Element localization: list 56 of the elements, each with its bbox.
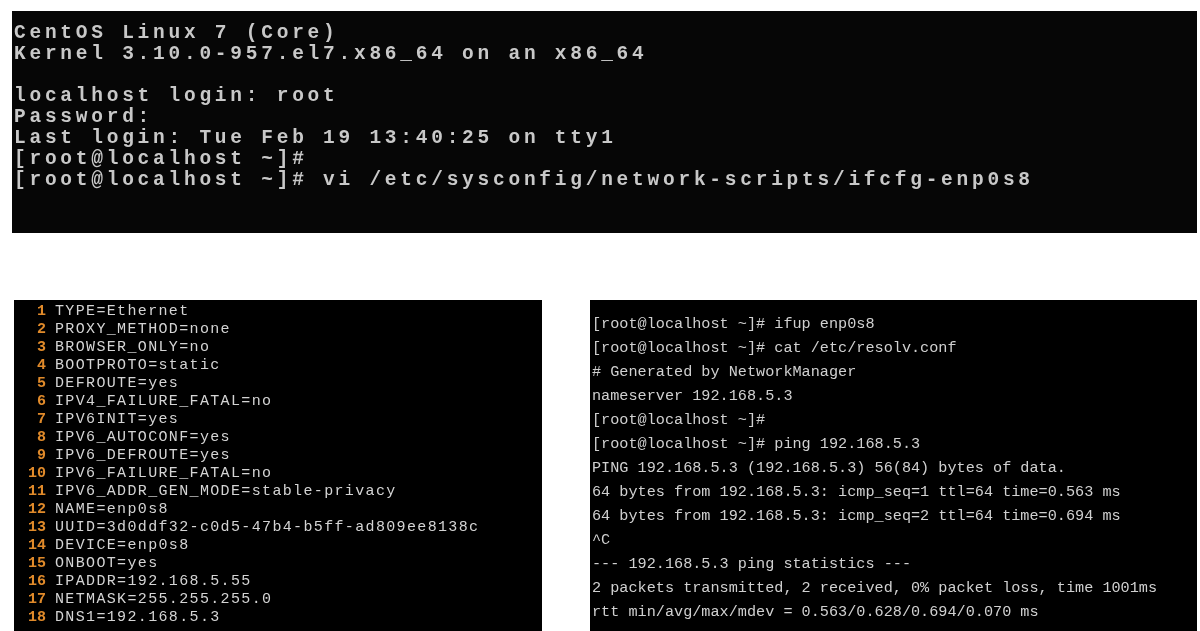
terminal-line: 64 bytes from 192.168.5.3: icmp_seq=1 ttl=64 time=0.563 ms xyxy=(592,482,1122,503)
config-line: BROWSER_ONLY=no xyxy=(55,338,211,356)
terminal-line: 64 bytes from 192.168.5.3: icmp_seq=2 ttl=64 time=0.694 ms xyxy=(592,506,1122,527)
line-number: 18 xyxy=(27,608,46,626)
config-line: UUID=3d0ddf32-c0d5-47b4-b5ff-ad809ee8138c xyxy=(55,518,480,536)
terminal-line: ^C xyxy=(592,530,612,551)
config-line: DEVICE=enp0s8 xyxy=(55,536,190,554)
config-line: NAME=enp0s8 xyxy=(55,500,169,518)
config-line: ONBOOT=yes xyxy=(55,554,159,572)
config-line: IPV6_FAILURE_FATAL=no xyxy=(55,464,273,482)
line-number: 16 xyxy=(27,572,46,590)
terminal-line: rtt min/avg/max/mdev = 0.563/0.628/0.694/0.070 ms xyxy=(592,602,1040,623)
config-line: PROXY_METHOD=none xyxy=(55,320,231,338)
config-line: DNS1=192.168.5.3 xyxy=(55,608,221,626)
line-number: 13 xyxy=(27,518,46,536)
terminal-line: 2 packets transmitted, 2 received, 0% packet loss, time 1001ms xyxy=(592,578,1159,599)
console-line: Kernel 3.10.0-957.el7.x86_64 on an x86_64 xyxy=(14,44,649,65)
line-number: 10 xyxy=(27,464,46,482)
line-number: 7 xyxy=(36,410,46,428)
console-line: CentOS Linux 7 (Core) xyxy=(14,23,340,44)
line-number: 2 xyxy=(36,320,46,338)
terminal-line: # Generated by NetworkManager xyxy=(592,362,858,383)
line-number: 15 xyxy=(27,554,46,572)
line-number: 3 xyxy=(36,338,46,356)
terminal-line: PING 192.168.5.3 (192.168.5.3) 56(84) bytes of data. xyxy=(592,458,1067,479)
terminal-line: [root@localhost ~]# cat /etc/resolv.conf xyxy=(592,338,958,359)
terminal-line: [root@localhost ~]# ping 192.168.5.3 xyxy=(592,434,922,455)
line-number: 1 xyxy=(36,302,46,320)
line-number: 9 xyxy=(36,446,46,464)
terminal-line: nameserver 192.168.5.3 xyxy=(592,386,794,407)
line-number: 8 xyxy=(36,428,46,446)
line-number: 5 xyxy=(36,374,46,392)
console-line: Password: xyxy=(14,107,155,128)
line-number: 14 xyxy=(27,536,46,554)
console-line: Last login: Tue Feb 19 13:40:25 on tty1 xyxy=(14,128,618,149)
console-line: [root@localhost ~]# xyxy=(14,149,309,170)
config-line: IPV4_FAILURE_FATAL=no xyxy=(55,392,273,410)
line-number: 17 xyxy=(27,590,46,608)
config-line: IPV6_ADDR_GEN_MODE=stable-privacy xyxy=(55,482,397,500)
config-line: BOOTPROTO=static xyxy=(55,356,221,374)
config-line: IPV6_AUTOCONF=yes xyxy=(55,428,231,446)
line-number: 6 xyxy=(36,392,46,410)
config-line: TYPE=Ethernet xyxy=(55,302,190,320)
console-line: localhost login: root xyxy=(14,86,340,107)
terminal-line: [root@localhost ~]# ifup enp0s8 xyxy=(592,314,876,335)
config-line: IPADDR=192.168.5.55 xyxy=(55,572,252,590)
config-line: NETMASK=255.255.255.0 xyxy=(55,590,273,608)
config-line: DEFROUTE=yes xyxy=(55,374,180,392)
console-line: [root@localhost ~]# vi /etc/sysconfig/network-scripts/ifcfg-enp0s8 xyxy=(14,170,1035,191)
line-number: 4 xyxy=(36,356,46,374)
terminal-line: [root@localhost ~]# xyxy=(592,410,767,431)
terminal-line: --- 192.168.5.3 ping statistics --- xyxy=(592,554,912,575)
line-number: 11 xyxy=(27,482,46,500)
config-line: IPV6INIT=yes xyxy=(55,410,180,428)
line-number: 12 xyxy=(27,500,46,518)
config-line: IPV6_DEFROUTE=yes xyxy=(55,446,231,464)
